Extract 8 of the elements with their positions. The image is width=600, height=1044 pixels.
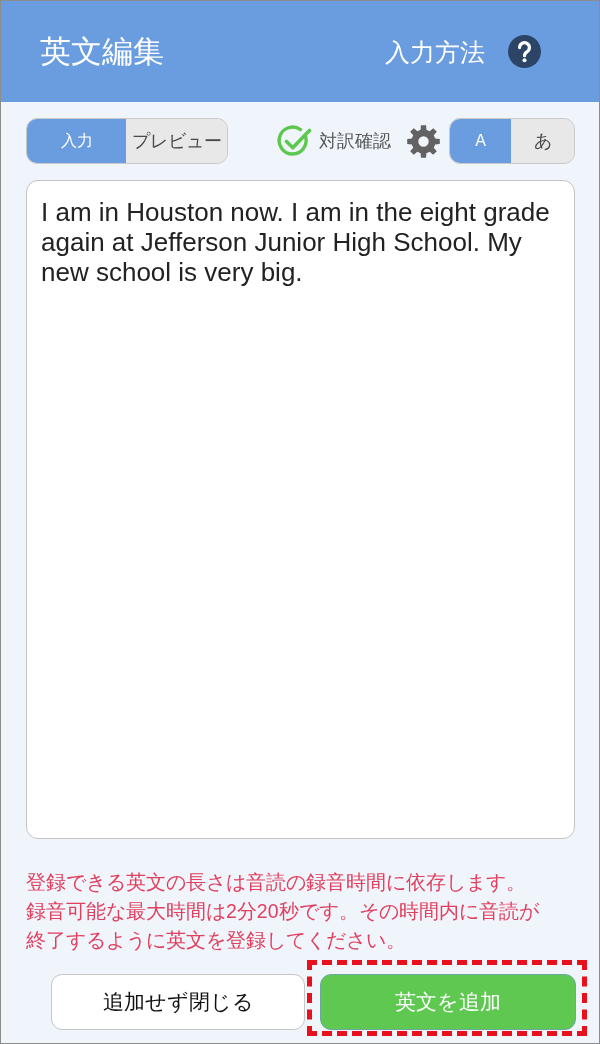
notice-text: 録音可能な最大時間は2分20秒です。その時間内に音読が終了するように英文を登録してください。: [26, 899, 540, 953]
close-button[interactable]: 追加せず閉じる: [51, 974, 305, 1030]
english-text-field[interactable]: I am in Houston now. I am in the eight grade again at Jefferson Junior High School. My new school is very big.: [26, 180, 575, 839]
notice-text: 登録できる英文の長さは音読の録音時間に依存します。: [26, 870, 527, 895]
translation-check-toggle[interactable]: 対訳確認: [277, 123, 391, 159]
screen-title: 英文編集: [40, 32, 164, 71]
help-icon[interactable]: [508, 35, 541, 68]
settings-icon[interactable]: [407, 124, 440, 158]
